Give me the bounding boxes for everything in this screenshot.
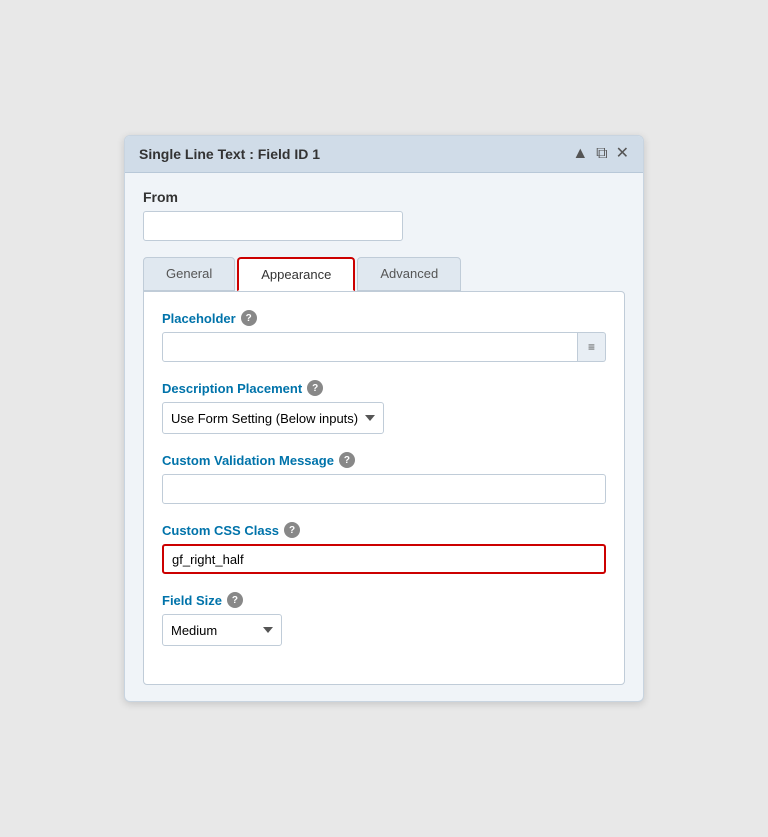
tab-content-appearance: Placeholder ? ≡ Description Placement ? …: [143, 291, 625, 685]
collapse-icon[interactable]: ▲: [572, 146, 588, 162]
field-size-select[interactable]: Small Medium Large: [162, 614, 282, 646]
custom-css-help-icon[interactable]: ?: [284, 522, 300, 538]
tab-appearance[interactable]: Appearance: [237, 257, 355, 291]
custom-validation-label: Custom Validation Message ?: [162, 452, 606, 468]
field-size-label: Field Size ?: [162, 592, 606, 608]
description-placement-group: Description Placement ? Use Form Setting…: [162, 380, 606, 434]
placeholder-input[interactable]: [162, 332, 578, 362]
placeholder-label: Placeholder ?: [162, 310, 606, 326]
description-placement-select[interactable]: Use Form Setting (Below inputs) Above in…: [162, 402, 384, 434]
copy-icon[interactable]: ⧉: [596, 146, 607, 162]
description-placement-label: Description Placement ?: [162, 380, 606, 396]
field-size-group: Field Size ? Small Medium Large: [162, 592, 606, 646]
custom-validation-group: Custom Validation Message ?: [162, 452, 606, 504]
custom-css-input[interactable]: [162, 544, 606, 574]
field-size-help-icon[interactable]: ?: [227, 592, 243, 608]
placeholder-group: Placeholder ? ≡: [162, 310, 606, 362]
tabs-container: General Appearance Advanced: [143, 257, 625, 291]
panel-header: Single Line Text : Field ID 1 ▲ ⧉ ✕: [125, 136, 643, 173]
from-label: From: [143, 189, 625, 205]
tab-general[interactable]: General: [143, 257, 235, 291]
panel-body: From General Appearance Advanced Placeho…: [125, 173, 643, 701]
tab-advanced[interactable]: Advanced: [357, 257, 461, 291]
header-icons: ▲ ⧉ ✕: [572, 146, 629, 162]
placeholder-help-icon[interactable]: ?: [241, 310, 257, 326]
description-placement-help-icon[interactable]: ?: [307, 380, 323, 396]
from-section: From: [143, 189, 625, 241]
placeholder-input-wrapper: ≡: [162, 332, 606, 362]
field-settings-panel: Single Line Text : Field ID 1 ▲ ⧉ ✕ From…: [124, 135, 644, 702]
custom-validation-input[interactable]: [162, 474, 606, 504]
placeholder-btn[interactable]: ≡: [578, 332, 606, 362]
custom-validation-help-icon[interactable]: ?: [339, 452, 355, 468]
custom-css-label: Custom CSS Class ?: [162, 522, 606, 538]
panel-title: Single Line Text : Field ID 1: [139, 146, 320, 162]
close-icon[interactable]: ✕: [616, 146, 629, 162]
from-input[interactable]: [143, 211, 403, 241]
custom-css-group: Custom CSS Class ?: [162, 522, 606, 574]
